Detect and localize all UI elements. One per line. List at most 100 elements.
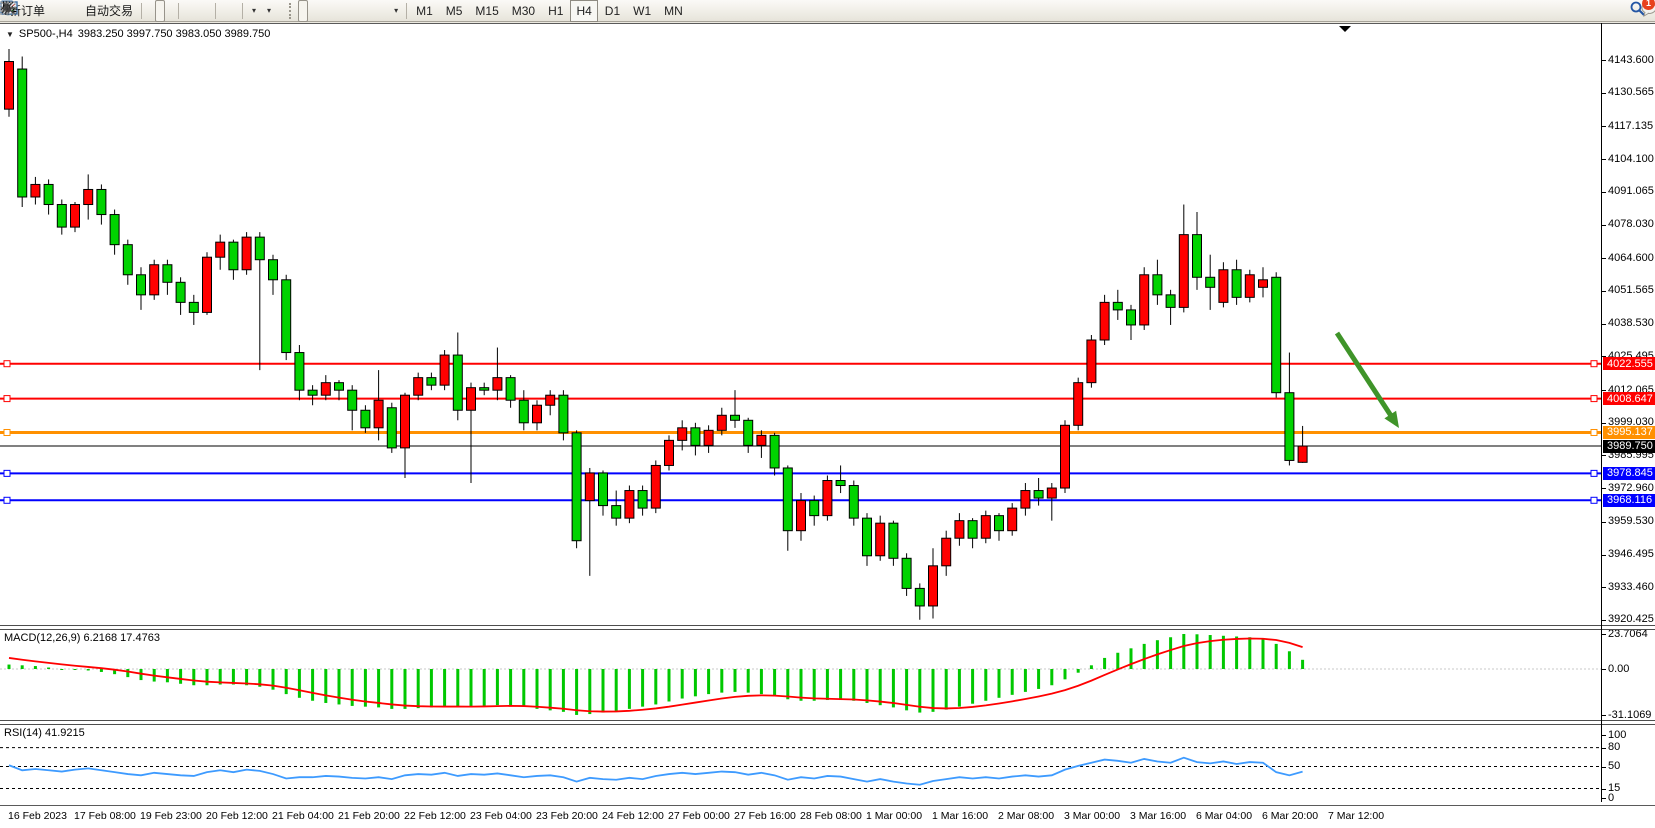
rsi-tick-label: 100 xyxy=(1608,729,1626,741)
rsi-indicator-panel[interactable]: RSI(14) 41.9215 1008050150 xyxy=(0,725,1655,805)
macd-histogram-bar xyxy=(839,669,842,700)
terminal-button[interactable] xyxy=(60,0,70,22)
macd-histogram-bar xyxy=(654,669,657,704)
timeframe-m5[interactable]: M5 xyxy=(440,0,469,22)
up-candle xyxy=(1061,425,1070,488)
price-tick-mark xyxy=(1601,159,1606,160)
mt4-terminal: { "toolbar": { "new_order_label": "新订单",… xyxy=(0,0,1655,824)
line-chart-button[interactable] xyxy=(165,0,175,22)
tile-windows-button[interactable] xyxy=(202,0,212,22)
down-candle xyxy=(176,282,185,302)
macd-histogram-bar xyxy=(1011,669,1014,695)
down-candle xyxy=(480,388,489,391)
macd-histogram-bar xyxy=(1116,653,1119,669)
price-tick-label: 4051.565 xyxy=(1608,284,1654,296)
zoom-out-button[interactable] xyxy=(192,0,202,22)
down-candle xyxy=(849,486,858,519)
price-tick-label: 4038.530 xyxy=(1608,317,1654,329)
macd-histogram-bar xyxy=(1248,637,1251,669)
vertical-line-button[interactable] xyxy=(318,0,328,22)
macd-histogram-bar xyxy=(641,669,644,707)
time-axis[interactable]: 16 Feb 202317 Feb 08:0019 Feb 23:0020 Fe… xyxy=(0,805,1655,828)
down-candle xyxy=(18,69,27,197)
timeframe-mn[interactable]: MN xyxy=(658,0,689,22)
candlestick-chart-button[interactable] xyxy=(155,0,165,22)
caret-down-icon: ▾ xyxy=(252,6,256,15)
up-candle xyxy=(1298,446,1307,462)
equidistant-channel-button[interactable]: E xyxy=(348,0,358,22)
time-axis-label: 21 Feb 04:00 xyxy=(272,810,334,822)
macd-histogram-bar xyxy=(773,669,776,696)
add-indicator-button[interactable]: ▾ xyxy=(246,0,261,22)
macd-histogram-bar xyxy=(998,669,1001,698)
signals-button[interactable] xyxy=(70,0,80,22)
down-candle xyxy=(163,265,172,283)
templates-button[interactable] xyxy=(276,0,286,22)
candlestick-chart[interactable] xyxy=(0,24,1601,625)
shapes-button[interactable]: ▾ xyxy=(388,0,403,22)
macd-tick-label: 0.00 xyxy=(1608,663,1629,675)
autotrade-label: 自动交易 xyxy=(85,2,133,19)
macd-histogram-bar xyxy=(800,669,803,701)
fibonacci-button[interactable]: F xyxy=(358,0,368,22)
periods-button[interactable]: ▾ xyxy=(261,0,276,22)
price-tick-mark xyxy=(1601,324,1606,325)
text-label-button[interactable]: T xyxy=(378,0,388,22)
macd-histogram-bar xyxy=(694,669,697,696)
top-toolbar: 新订单 自动交易 ▾ ▾ xyxy=(0,0,1655,22)
crosshair-button[interactable] xyxy=(308,0,318,22)
macd-indicator-panel[interactable]: MACD(12,26,9) 6.2168 17.4763 23.70640.00… xyxy=(0,630,1655,720)
chart-shift-button[interactable] xyxy=(229,0,239,22)
rsi-tick-label: 50 xyxy=(1608,760,1620,772)
auto-scroll-button[interactable] xyxy=(219,0,229,22)
up-candle xyxy=(797,501,806,531)
down-candle xyxy=(57,205,66,228)
timeframe-w1[interactable]: W1 xyxy=(627,0,657,22)
price-axis-border xyxy=(1601,23,1602,802)
macd-histogram-bar xyxy=(984,669,987,701)
macd-histogram-bar xyxy=(760,669,763,694)
timeframe-m1[interactable]: M1 xyxy=(410,0,439,22)
price-tick-mark xyxy=(1601,192,1606,193)
macd-histogram-bar xyxy=(1050,669,1053,685)
bar-chart-button[interactable] xyxy=(145,0,155,22)
down-candle xyxy=(1153,275,1162,295)
down-arrow-annotation xyxy=(1337,333,1392,417)
timeframe-d1[interactable]: D1 xyxy=(599,0,626,22)
macd-histogram-bar xyxy=(615,669,618,711)
macd-histogram-bar xyxy=(826,669,829,700)
macd-histogram-bar xyxy=(1196,634,1199,669)
macd-histogram-bar xyxy=(602,669,605,713)
notifications-button[interactable]: 1 xyxy=(1639,0,1649,22)
trendline-button[interactable] xyxy=(338,0,348,22)
time-axis-label: 20 Feb 12:00 xyxy=(206,810,268,822)
timeframe-h4[interactable]: H4 xyxy=(570,0,597,22)
down-candle xyxy=(1113,302,1122,310)
up-candle xyxy=(955,521,964,539)
price-chart-panel[interactable]: ▼ SP500-,H4 3983.250 3997.750 3983.050 3… xyxy=(0,23,1655,625)
up-candle xyxy=(440,355,449,385)
text-button[interactable]: A xyxy=(368,0,378,22)
macd-histogram-bar xyxy=(852,669,855,701)
timeframe-group: M1M5M15M30H1H4D1W1MN xyxy=(410,0,689,22)
timeframe-m30[interactable]: M30 xyxy=(506,0,541,22)
horizontal-line-button[interactable] xyxy=(328,0,338,22)
search-button[interactable] xyxy=(1629,0,1639,22)
macd-histogram-bar xyxy=(206,669,209,685)
down-candle xyxy=(915,588,924,606)
macd-histogram-bar xyxy=(575,669,578,715)
macd-histogram-bar xyxy=(179,669,182,684)
timeframe-h1[interactable]: H1 xyxy=(542,0,569,22)
timeframe-m15[interactable]: M15 xyxy=(469,0,504,22)
autotrade-button[interactable]: 自动交易 xyxy=(80,0,138,22)
macd-label: MACD(12,26,9) 6.2168 17.4763 xyxy=(4,632,160,644)
macd-histogram-bar xyxy=(377,669,380,707)
macd-histogram-bar xyxy=(813,669,816,701)
macd-histogram-bar xyxy=(338,669,341,704)
price-tick-label: 4078.030 xyxy=(1608,218,1654,230)
yellow-diamond-icon[interactable] xyxy=(50,0,60,22)
down-candle xyxy=(1232,270,1241,298)
zoom-in-button[interactable] xyxy=(182,0,192,22)
cursor-button[interactable] xyxy=(298,0,308,22)
one-click-trading-collapse-icon[interactable]: ▼ xyxy=(6,30,14,39)
